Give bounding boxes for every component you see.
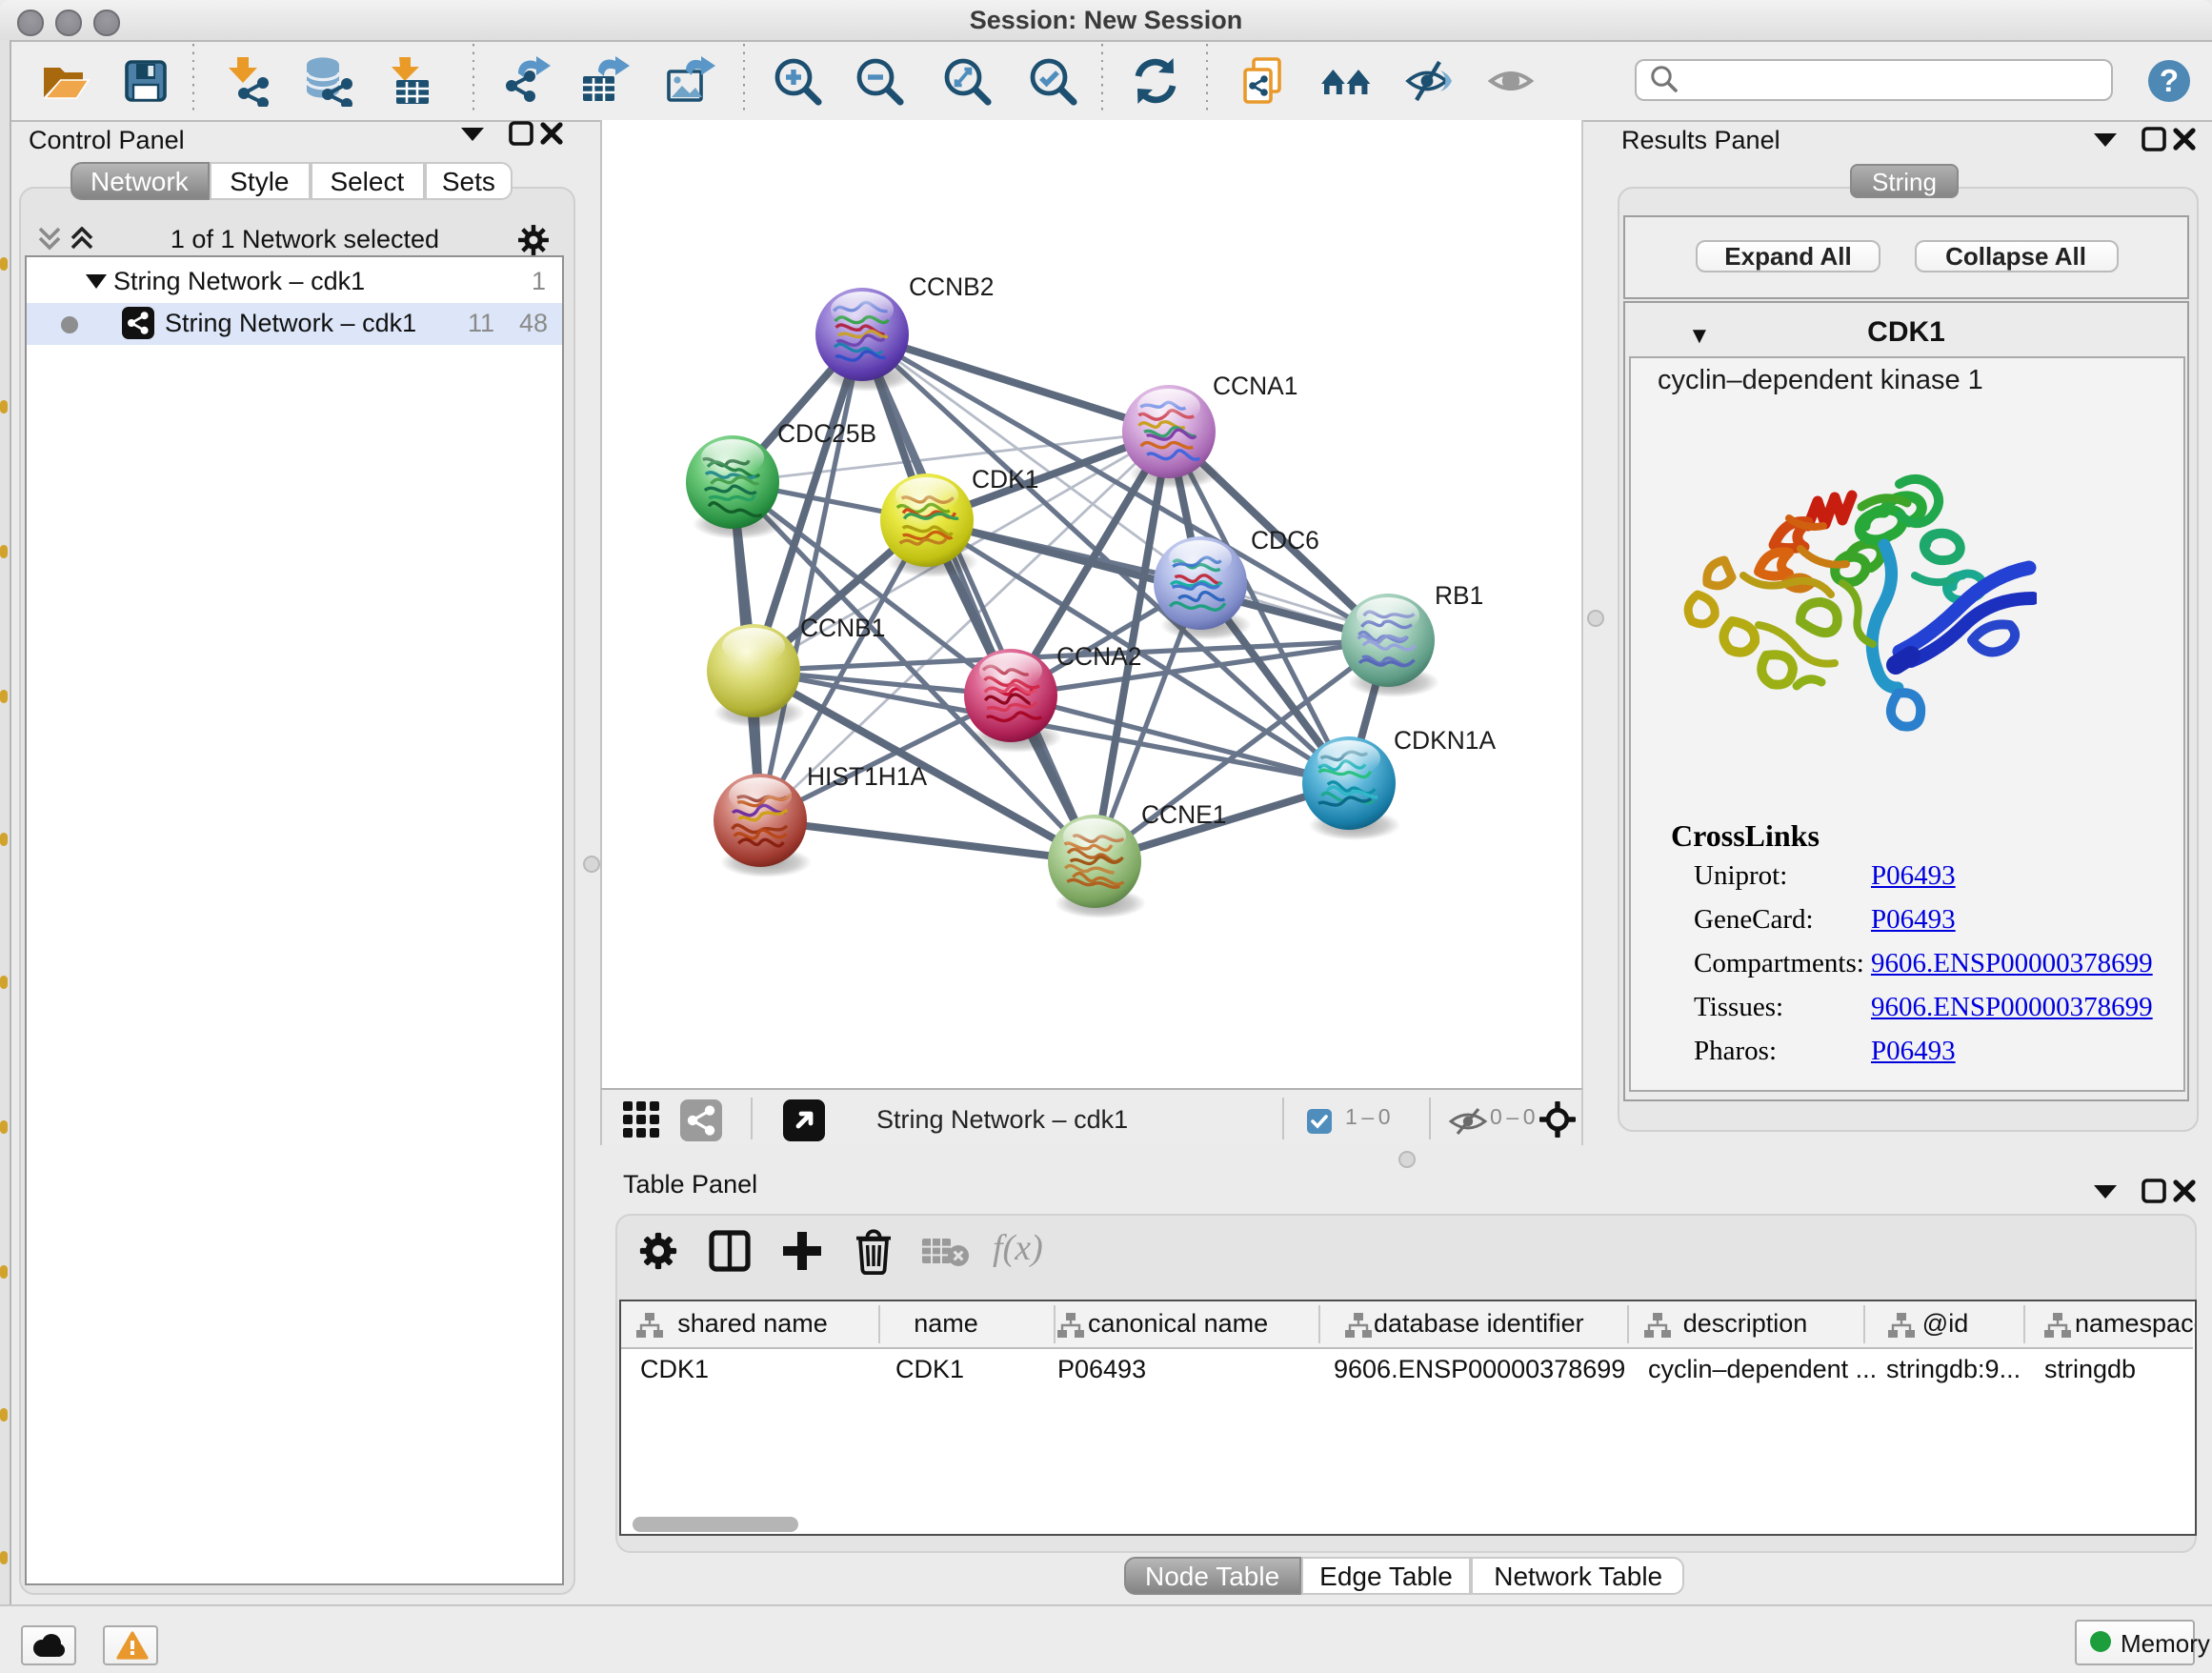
svg-text:CCNB2: CCNB2 — [909, 272, 994, 301]
svg-text:RB1: RB1 — [1435, 581, 1483, 610]
svg-text:CDKN1A: CDKN1A — [1394, 726, 1496, 755]
svg-text:CCNA1: CCNA1 — [1213, 372, 1297, 400]
svg-text:CCNE1: CCNE1 — [1141, 800, 1226, 829]
svg-text:CCNA2: CCNA2 — [1056, 642, 1141, 671]
svg-text:CDC6: CDC6 — [1251, 526, 1319, 554]
svg-text:CDK1: CDK1 — [972, 465, 1038, 494]
svg-text:HIST1H1A: HIST1H1A — [807, 762, 928, 791]
svg-text:CCNB1: CCNB1 — [800, 614, 885, 642]
svg-text:CDC25B: CDC25B — [777, 419, 876, 448]
svg-text:?: ? — [2160, 62, 2179, 97]
